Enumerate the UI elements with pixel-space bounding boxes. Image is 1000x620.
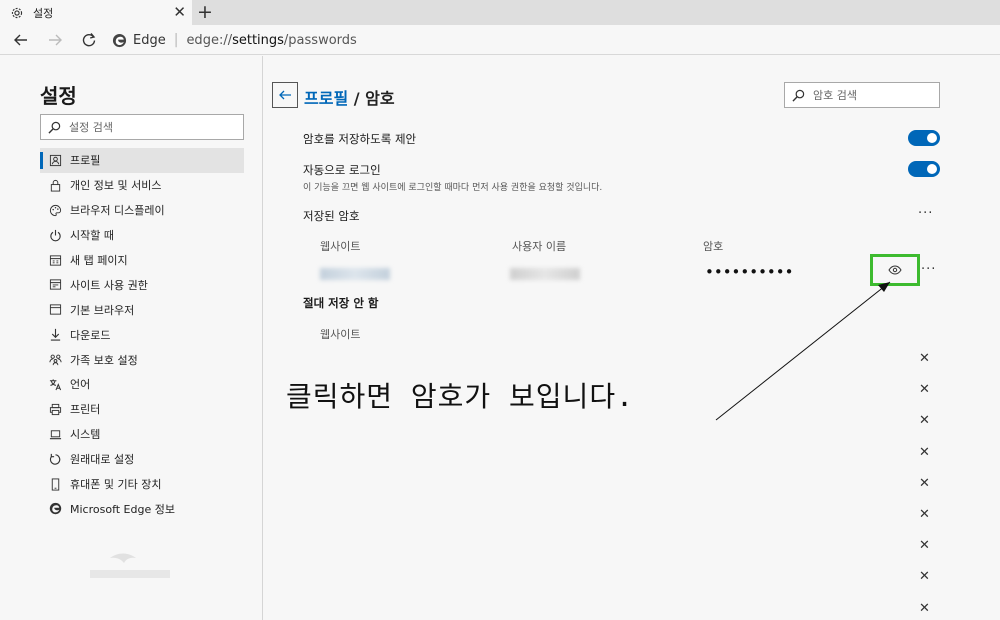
url-text: edge://settings/passwords: [186, 32, 357, 48]
sidebar-item-label: 시스템: [70, 428, 101, 442]
family-icon: [48, 353, 62, 367]
close-tab-icon[interactable]: ✕: [173, 4, 186, 20]
settings-search-placeholder: 설정 검색: [69, 121, 113, 134]
reset-icon: [48, 452, 62, 466]
sidebar-item-label: 기본 브라우저: [70, 303, 135, 317]
sidebar-item-appearance[interactable]: 브라우저 디스플레이: [40, 198, 244, 223]
address-divider: |: [173, 32, 179, 48]
sidebar-item-site-permissions[interactable]: 사이트 사용 권한: [40, 272, 244, 297]
profile-icon: [48, 153, 62, 167]
sidebar-item-label: 시작할 때: [70, 229, 114, 243]
sidebar-item-downloads[interactable]: 다운로드: [40, 322, 244, 347]
gear-icon: [11, 7, 23, 18]
sidebar-item-label: 프로필: [70, 154, 101, 168]
sidebar-item-phone[interactable]: 휴대폰 및 기타 장치: [40, 472, 244, 497]
tab-settings[interactable]: 설정 ✕: [0, 0, 192, 25]
grid-icon: [48, 253, 62, 267]
address-bar[interactable]: Edge | edge://settings/passwords: [112, 29, 357, 51]
sidebar-item-label: 언어: [70, 378, 91, 392]
sidebar-item-label: 사이트 사용 권한: [70, 278, 148, 292]
sidebar-item-label: 다운로드: [70, 328, 111, 342]
palette-icon: [48, 203, 62, 217]
browser-icon: [48, 303, 62, 317]
settings-nav: 프로필 개인 정보 및 서비스 브라우저 디스플레이 시작할 때 새 탭 페이지…: [40, 148, 244, 521]
settings-search-input[interactable]: 설정 검색: [40, 114, 244, 140]
sidebar-item-about[interactable]: Microsoft Edge 정보: [40, 496, 244, 521]
site-permissions-icon: [48, 278, 62, 292]
language-icon: [48, 377, 62, 391]
sidebar-item-label: 새 탭 페이지: [70, 254, 128, 267]
sidebar-item-languages[interactable]: 언어: [40, 372, 244, 397]
annotation-arrow: [715, 281, 891, 421]
sidebar-item-label: Microsoft Edge 정보: [70, 502, 175, 516]
sidebar-item-label: 프린터: [70, 403, 101, 417]
back-button[interactable]: [10, 29, 32, 51]
sidebar-item-privacy[interactable]: 개인 정보 및 서비스: [40, 173, 244, 198]
arrow-right-icon: [49, 34, 62, 46]
passwords-panel: 프로필 / 암호 암호 검색 암호를 저장하도록 제안 자동으로 로그인 이 기…: [264, 56, 1000, 620]
tab-title: 설정: [33, 6, 54, 20]
edge-brand-label: Edge: [133, 32, 166, 48]
edge-icon: [48, 502, 62, 516]
sidebar-item-label: 원래대로 설정: [70, 453, 135, 467]
tab-strip: 설정 ✕ +: [0, 0, 1000, 25]
refresh-button[interactable]: [78, 29, 100, 51]
power-icon: [48, 228, 62, 242]
sidebar-item-system[interactable]: 시스템: [40, 422, 244, 447]
sidebar-item-new-tab[interactable]: 새 탭 페이지: [40, 248, 244, 273]
sidebar-item-label: 브라우저 디스플레이: [70, 204, 165, 218]
edge-logo-icon: [112, 33, 127, 47]
arrow-left-icon: [14, 34, 27, 46]
forward-button[interactable]: [44, 29, 66, 51]
annotation-text: 클릭하면 암호가 보입니다.: [286, 380, 634, 413]
new-tab-button[interactable]: +: [197, 1, 213, 23]
sidebar-item-printers[interactable]: 프린터: [40, 397, 244, 422]
sidebar-item-label: 개인 정보 및 서비스: [70, 179, 162, 193]
settings-sidebar: 설정 설정 검색 프로필 개인 정보 및 서비스 브라우저 디스플레이 시작할 …: [0, 56, 263, 620]
sidebar-item-label: 가족 보호 설정: [70, 353, 138, 367]
sidebar-item-reset[interactable]: 원래대로 설정: [40, 447, 244, 472]
refresh-icon: [82, 33, 96, 47]
search-icon: [48, 121, 61, 134]
download-icon: [48, 328, 62, 342]
printer-icon: [48, 402, 62, 416]
laptop-icon: [48, 427, 62, 441]
lock-icon: [48, 178, 62, 192]
phone-icon: [48, 477, 62, 491]
settings-title: 설정: [40, 84, 77, 108]
watermark-logo: [90, 553, 170, 578]
sidebar-item-label: 휴대폰 및 기타 장치: [70, 478, 162, 492]
sidebar-item-default-browser[interactable]: 기본 브라우저: [40, 297, 244, 322]
sidebar-item-startup[interactable]: 시작할 때: [40, 223, 244, 248]
sidebar-item-family[interactable]: 가족 보호 설정: [40, 347, 244, 372]
address-toolbar: Edge | edge://settings/passwords: [0, 25, 1000, 55]
sidebar-item-profile[interactable]: 프로필: [40, 148, 244, 173]
